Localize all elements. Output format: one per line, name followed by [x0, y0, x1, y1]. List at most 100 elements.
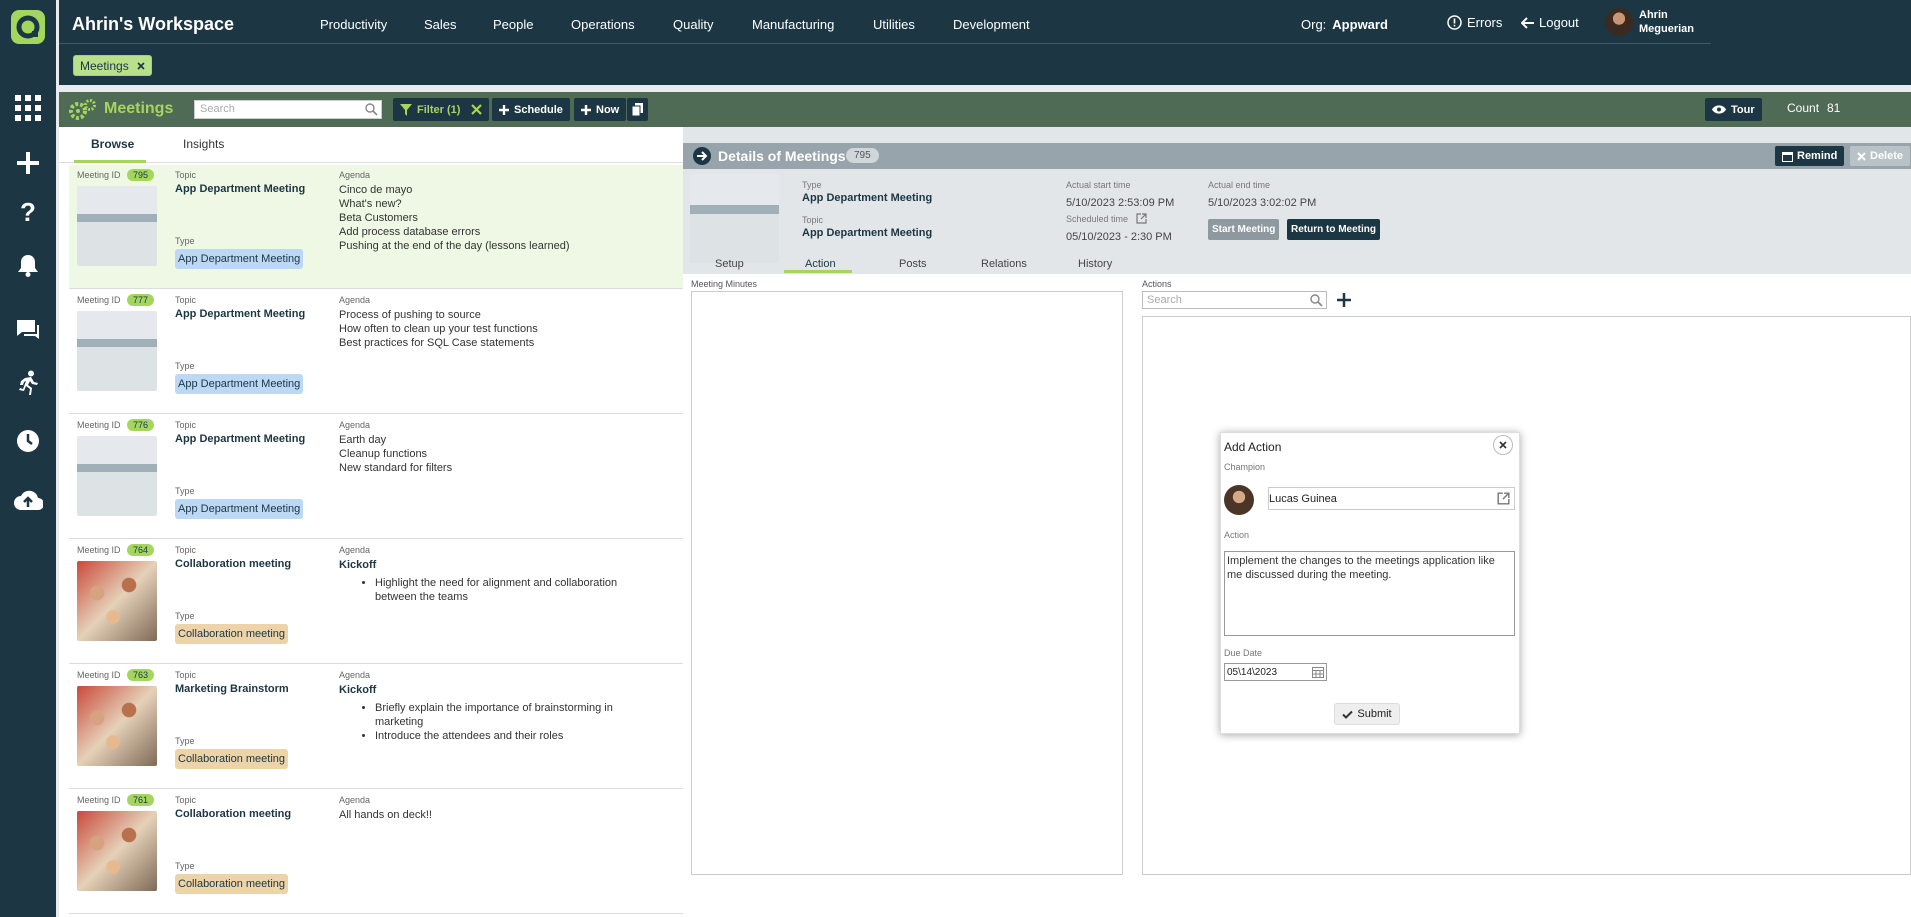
user-menu[interactable]: Ahrin Meguerian: [1605, 8, 1699, 36]
actions-search-placeholder: Search: [1147, 294, 1182, 306]
schedule-label: Schedule: [514, 103, 563, 116]
nav-productivity[interactable]: Productivity: [320, 17, 387, 32]
tab-history[interactable]: History: [1078, 258, 1112, 270]
chat-icon[interactable]: [8, 312, 48, 348]
meeting-card[interactable]: Meeting ID 761 Topic Collaboration meeti…: [69, 790, 683, 914]
remind-label: Remind: [1797, 150, 1838, 162]
nav-manufacturing[interactable]: Manufacturing: [752, 17, 834, 32]
nav-sales[interactable]: Sales: [424, 17, 457, 32]
agenda-heading: Kickoff: [339, 684, 377, 696]
meeting-id-label: Meeting ID: [77, 170, 121, 180]
meeting-thumbnail: [77, 561, 157, 641]
help-icon[interactable]: ?: [8, 194, 48, 230]
meeting-card[interactable]: Meeting ID 776 Topic App Department Meet…: [69, 415, 683, 539]
start-meeting-button[interactable]: Start Meeting: [1208, 219, 1280, 240]
logout-button[interactable]: Logout: [1521, 15, 1579, 30]
agenda-item: What's new?: [339, 198, 402, 210]
agenda-list: Kickoff Highlight the need for alignment…: [339, 558, 649, 604]
meeting-card[interactable]: Meeting ID 777 Topic App Department Meet…: [69, 290, 683, 414]
tab-browse[interactable]: Browse: [91, 137, 134, 151]
arrow-right-circle-icon[interactable]: [693, 147, 711, 165]
type-label: Type: [175, 236, 195, 246]
actual-end-value: 5/10/2023 3:02:02 PM: [1208, 197, 1317, 209]
filter-label: Filter (1): [417, 103, 461, 116]
type-badge: Collaboration meeting: [175, 624, 289, 644]
action-textarea[interactable]: Implement the changes to the meetings ap…: [1224, 551, 1515, 636]
topic-label: Topic: [175, 670, 197, 680]
bell-icon[interactable]: [8, 247, 48, 283]
agenda-heading: Kickoff: [339, 559, 377, 571]
agenda-label: Agenda: [339, 795, 371, 805]
tab-underline: [74, 160, 146, 163]
eye-icon: [1712, 105, 1726, 114]
agenda-item: All hands on deck!!: [339, 809, 432, 821]
search-input[interactable]: Search: [194, 100, 382, 119]
submit-button[interactable]: Submit: [1334, 703, 1400, 725]
schedule-button[interactable]: Schedule: [492, 98, 570, 121]
agenda-bullet: Highlight the need for alignment and col…: [375, 576, 649, 604]
agenda-list: Process of pushing to source How often t…: [339, 308, 649, 350]
tab-posts[interactable]: Posts: [899, 258, 927, 270]
delete-label: Delete: [1870, 150, 1904, 162]
delete-button[interactable]: Delete: [1850, 146, 1911, 166]
tab-setup[interactable]: Setup: [715, 258, 744, 270]
meeting-card[interactable]: Meeting ID 763 Topic Marketing Brainstor…: [69, 665, 683, 789]
meeting-topic: App Department Meeting: [175, 308, 306, 320]
type-label: Type: [175, 736, 195, 746]
champion-field[interactable]: Lucas Guinea: [1268, 487, 1515, 510]
due-date-value: 05\14\2023: [1227, 667, 1278, 678]
nav-people[interactable]: People: [493, 17, 533, 32]
clear-filter-icon[interactable]: [471, 104, 483, 115]
agenda-item: Cleanup functions: [339, 448, 428, 460]
remind-button[interactable]: Remind: [1775, 146, 1845, 166]
tour-button[interactable]: Tour: [1705, 98, 1762, 121]
arrow-left-icon: [1521, 16, 1534, 29]
meeting-thumbnail: [77, 186, 157, 266]
agenda-list: Cinco de mayo What's new? Beta Customers…: [339, 183, 649, 253]
close-icon[interactable]: [137, 61, 145, 70]
nav-utilities[interactable]: Utilities: [873, 17, 915, 32]
type-label: Type: [175, 611, 195, 621]
tab-action[interactable]: Action: [805, 258, 836, 270]
errors-button[interactable]: Errors: [1447, 15, 1502, 30]
meeting-card[interactable]: Meeting ID 795 Topic App Department Meet…: [69, 165, 683, 289]
alert-icon: [1447, 15, 1462, 30]
apps-grid-icon[interactable]: [8, 90, 48, 126]
top-bar: Ahrin's Workspace Productivity Sales Peo…: [59, 0, 1911, 85]
meeting-card[interactable]: Meeting ID 764 Topic Collaboration meeti…: [69, 540, 683, 664]
meeting-minutes-editor[interactable]: [691, 291, 1123, 875]
tab-insights[interactable]: Insights: [183, 137, 224, 151]
meeting-id-label: Meeting ID: [77, 795, 121, 805]
clock-icon[interactable]: [8, 423, 48, 459]
detail-title: Details of Meetings: [718, 148, 846, 164]
app-logo[interactable]: [11, 10, 45, 44]
due-date-field[interactable]: 05\14\2023: [1224, 663, 1327, 681]
close-button[interactable]: [1493, 435, 1513, 455]
external-link-icon[interactable]: [1497, 492, 1510, 505]
return-to-meeting-button[interactable]: Return to Meeting: [1287, 219, 1380, 240]
nav-quality[interactable]: Quality: [673, 17, 713, 32]
champion-value: Lucas Guinea: [1269, 493, 1337, 505]
meeting-id-label: Meeting ID: [77, 295, 121, 305]
now-button[interactable]: Now: [574, 98, 627, 121]
runner-icon[interactable]: [8, 365, 48, 401]
nav-operations[interactable]: Operations: [571, 17, 635, 32]
tab-relations[interactable]: Relations: [981, 258, 1027, 270]
filter-chip[interactable]: Meetings: [73, 55, 152, 76]
add-action-icon[interactable]: [1335, 291, 1353, 309]
actions-search-input[interactable]: Search: [1142, 291, 1327, 309]
copy-button[interactable]: [627, 98, 648, 121]
workspace-title[interactable]: Ahrin's Workspace: [72, 14, 234, 35]
topic-value: App Department Meeting: [802, 227, 933, 239]
external-link-icon[interactable]: [1136, 213, 1147, 224]
calendar-icon[interactable]: [1312, 666, 1324, 678]
meeting-id-badge: 764: [127, 544, 155, 556]
add-icon[interactable]: [8, 145, 48, 181]
nav-development[interactable]: Development: [953, 17, 1030, 32]
cloud-upload-icon[interactable]: [8, 482, 48, 518]
divider: [59, 43, 1711, 44]
org-selector[interactable]: Org: Appward: [1301, 17, 1388, 32]
filter-button[interactable]: Filter (1): [393, 98, 490, 121]
meeting-topic: Collaboration meeting: [175, 808, 292, 820]
calendar-icon: [1782, 151, 1793, 162]
